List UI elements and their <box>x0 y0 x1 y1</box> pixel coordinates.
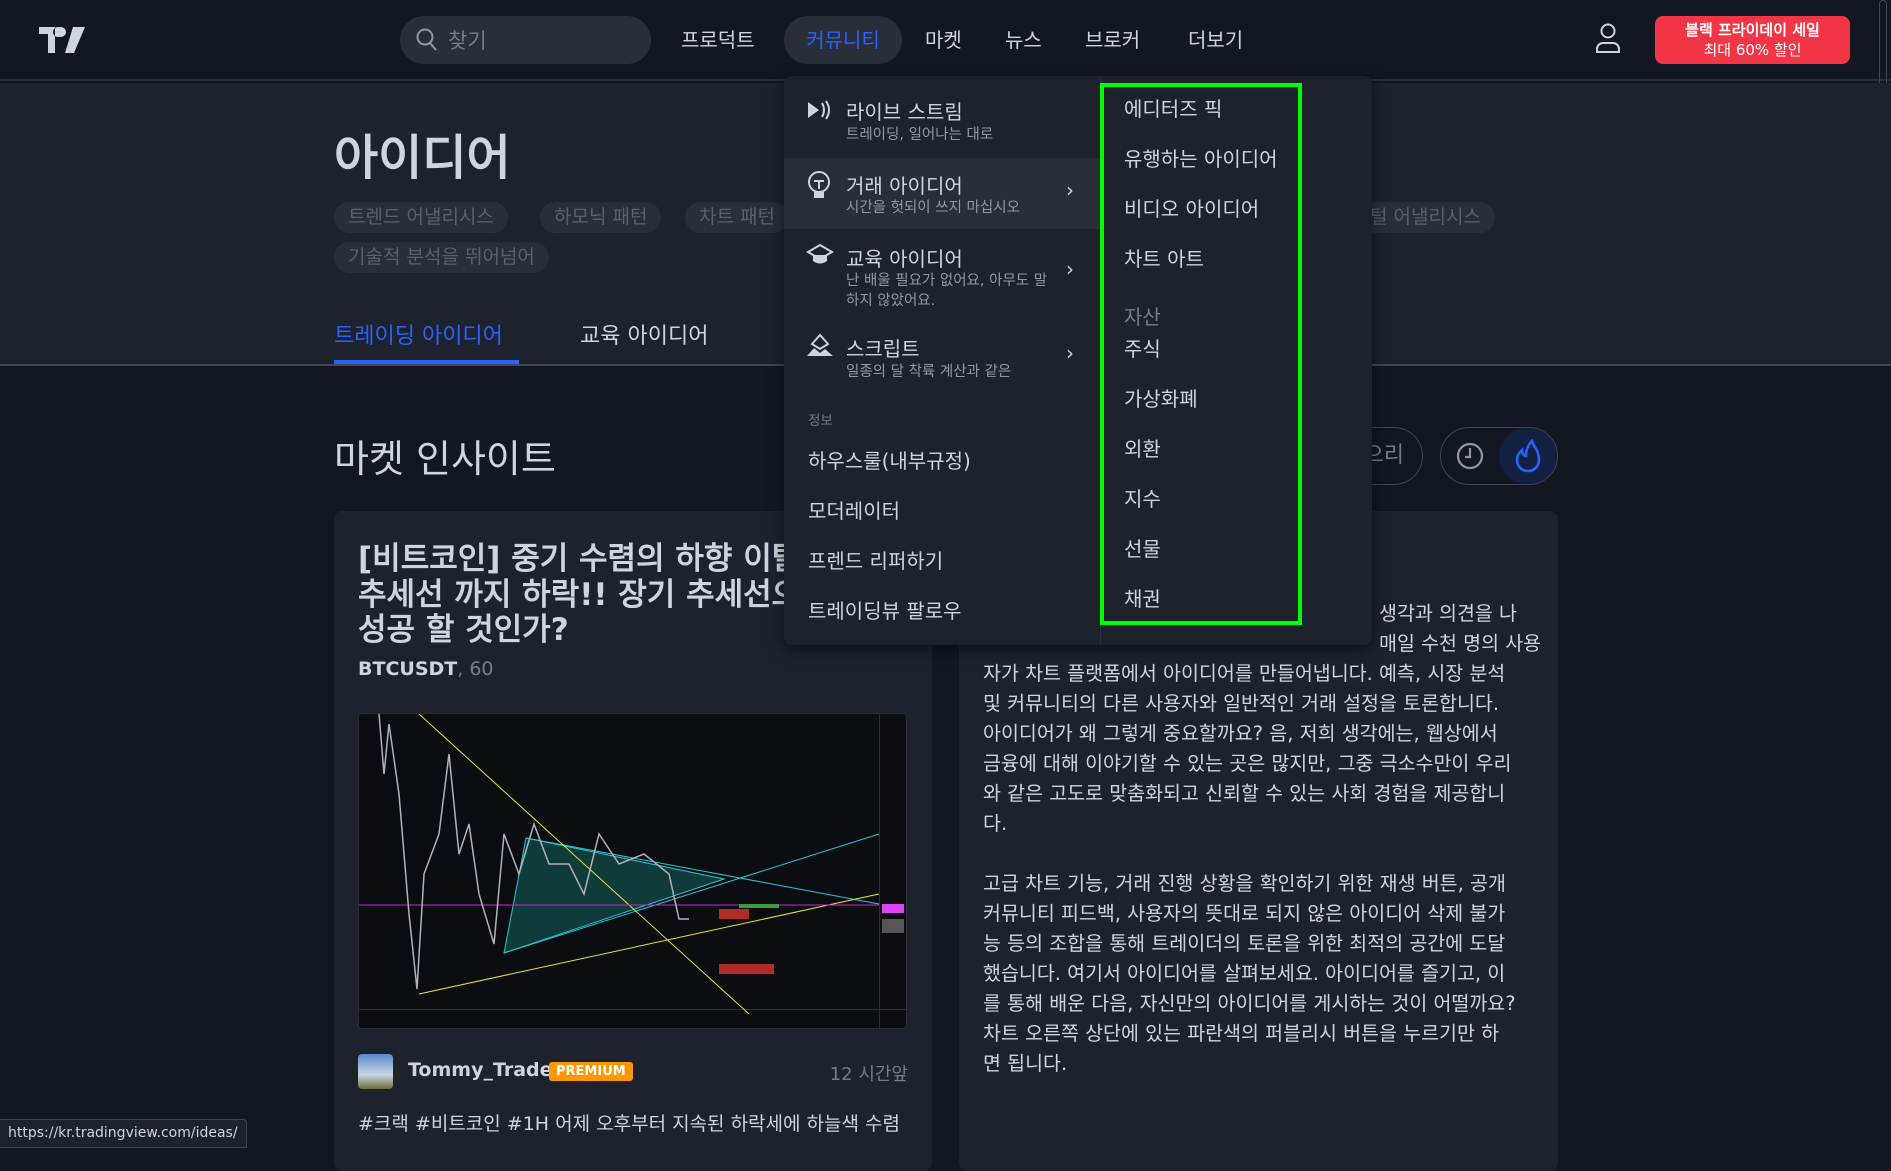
about-text-line: 아이디어가 왜 그렇게 중요할까요? 음, 저희 생각에는, 웹상에서 <box>983 722 1498 745</box>
user-icon[interactable] <box>1594 22 1622 54</box>
menu-item-refer-friend[interactable]: 프렌드 리퍼하기 <box>808 545 943 574</box>
about-text-line: 차트 오른쪽 상단에 있는 파란색의 퍼블리시 버튼을 누르기만 하 <box>983 1022 1500 1045</box>
about-text-line: 다. <box>983 812 1008 835</box>
page-title: 아이디어 <box>334 130 511 186</box>
menu-item-trade-ideas[interactable]: 거래 아이디어 시간을 헛되이 쓰지 마십시오 › <box>784 158 1100 229</box>
author-avatar[interactable] <box>358 1054 393 1089</box>
about-text-line: 와 같은 고도로 맞춤화되고 신뢰할 수 있는 사회 경험을 제공합니 <box>983 782 1506 805</box>
chevron-right-icon: › <box>1066 178 1074 202</box>
lightbulb-icon <box>808 171 830 198</box>
clock-icon <box>1456 442 1484 470</box>
community-dropdown-menu: 라이브 스트림 트레이딩, 일어나는 대로 거래 아이디어 시간을 헛되이 쓰지… <box>784 76 1372 645</box>
link-status-bar: https://kr.tradingview.com/ideas/ <box>0 1119 247 1148</box>
tag-chart-pattern[interactable]: 차트 패턴 <box>685 202 789 233</box>
menu-item-follow-tradingview[interactable]: 트레이딩뷰 팔로우 <box>808 595 962 624</box>
idea-description[interactable]: #크랙 #비트코인 #1H 어제 오후부터 지속된 하락세에 하늘색 수렴 <box>358 1109 900 1136</box>
nav-markets[interactable]: 마켓 <box>925 22 962 58</box>
search-placeholder: 찾기 <box>448 29 487 53</box>
about-text-line: 능 등의 조합을 통해 트레이더의 토론을 위한 최적의 공간에 도달 <box>983 932 1506 955</box>
nav-community[interactable]: 커뮤니티 <box>784 16 902 64</box>
menu-item-house-rules[interactable]: 하우스룰(내부규정) <box>808 445 971 474</box>
tag-trend-analysis[interactable]: 트렌드 어낼리시스 <box>334 202 508 233</box>
submenu-assets-heading: 자산 <box>1124 305 1161 329</box>
recent-button[interactable] <box>1441 428 1499 484</box>
section-title: 마켓 인사이트 <box>334 437 556 481</box>
menu-item-moderators[interactable]: 모더레이터 <box>808 495 900 524</box>
menu-info-heading: 정보 <box>808 413 833 429</box>
premium-badge: PREMIUM <box>549 1062 633 1081</box>
submenu-forex[interactable]: 외환 <box>1124 433 1161 462</box>
menu-item-title: 스크립트 <box>846 337 920 361</box>
about-text-line: 금융에 대해 이야기할 수 있는 곳은 많지만, 그중 극소수만이 우리 <box>983 752 1512 775</box>
menu-item-subtitle: 난 배울 필요가 없어요, 아무도 말하지 않았어요. <box>846 273 1048 309</box>
about-text-line: 했습니다. 여기서 아이디어를 살펴보세요. 아이디어를 즐기고, 이 <box>983 962 1506 985</box>
about-text-line: 매일 수천 명의 사용 <box>1379 632 1542 655</box>
graduation-cap-icon <box>806 243 834 264</box>
symbol-name[interactable]: BTCUSDT <box>358 658 457 680</box>
chevron-right-icon: › <box>1066 341 1074 365</box>
script-icon <box>807 333 833 356</box>
chart-snapshot-image <box>359 714 906 1028</box>
black-friday-promo-button[interactable]: 블랙 프라이데이 세일 최대 60% 할인 <box>1655 16 1850 64</box>
submenu-video-ideas[interactable]: 비디오 아이디어 <box>1124 193 1259 222</box>
nav-brokers[interactable]: 브로커 <box>1085 22 1140 58</box>
idea-symbol[interactable]: BTCUSDT, 60 <box>358 658 494 680</box>
search-input[interactable]: 찾기 <box>400 16 651 64</box>
about-text-line: 커뮤니티 피드백, 사용자의 뜻대로 되지 않은 아이디어 삭제 불가 <box>983 902 1506 925</box>
about-text-line: 생각과 의견을 나 <box>1379 602 1517 625</box>
submenu-futures[interactable]: 선물 <box>1124 533 1161 562</box>
chevron-right-icon: › <box>1066 257 1074 281</box>
menu-item-subtitle: 일종의 달 착륙 계산과 같은 <box>846 364 1012 380</box>
menu-item-educational-ideas[interactable]: 교육 아이디어 난 배울 필요가 없어요, 아무도 말하지 않았어요. › <box>784 231 1100 311</box>
promo-title: 블랙 프라이데이 세일 <box>1685 21 1820 39</box>
tab-trading-ideas[interactable]: 트레이딩 아이디어 <box>334 318 503 350</box>
published-time: 12 시간앞 <box>829 1064 908 1085</box>
tradingview-logo[interactable] <box>39 27 85 53</box>
menu-item-title: 라이브 스트림 <box>846 100 963 124</box>
about-text-line: 를 통해 배운 다음, 자신만의 아이디어를 게시하는 것이 어떨까요? <box>983 992 1516 1015</box>
active-tab-indicator <box>334 360 519 364</box>
sort-toggle-group <box>1440 427 1558 485</box>
menu-item-title: 거래 아이디어 <box>846 174 963 198</box>
tag-beyond-technical-analysis[interactable]: 기술적 분석을 뛰어넘어 <box>334 242 549 273</box>
tag-harmonic-pattern[interactable]: 하모닉 패턴 <box>540 202 662 233</box>
submenu-indices[interactable]: 지수 <box>1124 483 1161 512</box>
author-name[interactable]: Tommy_Trader <box>408 1059 562 1081</box>
search-icon <box>416 28 437 51</box>
menu-item-subtitle: 시간을 헛되이 쓰지 마십시오 <box>846 200 1020 216</box>
nav-products[interactable]: 프로덕트 <box>681 22 755 58</box>
idea-chart-thumbnail[interactable] <box>358 713 907 1029</box>
menu-item-title: 교육 아이디어 <box>846 247 963 271</box>
live-stream-icon <box>808 100 830 120</box>
submenu-bonds[interactable]: 채권 <box>1124 583 1161 612</box>
popular-button[interactable] <box>1499 428 1557 484</box>
menu-item-live-streams[interactable]: 라이브 스트림 트레이딩, 일어나는 대로 <box>784 76 1100 156</box>
tab-educational-ideas[interactable]: 교육 아이디어 <box>580 318 708 350</box>
top-header: 찾기 프로덕트 커뮤니티 마켓 뉴스 브로커 더보기 블랙 프라이데이 세일 최… <box>0 0 1891 81</box>
nav-more[interactable]: 더보기 <box>1188 22 1243 58</box>
submenu-chart-art[interactable]: 차트 아트 <box>1124 243 1204 272</box>
fire-icon <box>1515 439 1541 473</box>
submenu-editors-picks[interactable]: 에디터즈 픽 <box>1124 93 1222 122</box>
submenu-crypto[interactable]: 가상화폐 <box>1124 383 1198 412</box>
submenu-trending-ideas[interactable]: 유행하는 아이디어 <box>1124 143 1278 172</box>
about-text-line: 면 됩니다. <box>983 1052 1068 1075</box>
idea-title-line[interactable]: 성공 할 것인가? <box>358 604 569 649</box>
promo-subtitle: 최대 60% 할인 <box>1703 41 1802 59</box>
about-text-line: 및 커뮤니티의 다른 사용자와 일반적인 거래 설정을 토론합니다. <box>983 692 1500 715</box>
menu-item-subtitle: 트레이딩, 일어나는 대로 <box>846 127 994 143</box>
about-text-line: 자가 차트 플랫폼에서 아이디어를 만들어냅니다. 예측, 시장 분석 <box>983 662 1506 685</box>
nav-news[interactable]: 뉴스 <box>1005 22 1042 58</box>
menu-item-scripts[interactable]: 스크립트 일종의 달 착륙 계산과 같은 › <box>784 321 1100 391</box>
trade-ideas-submenu: 에디터즈 픽 유행하는 아이디어 비디오 아이디어 차트 아트 자산 주식 가상… <box>1100 83 1302 625</box>
about-text-line: 고급 차트 기능, 거래 진행 상황을 확인하기 위한 재생 버튼, 공개 <box>983 872 1506 895</box>
submenu-stocks[interactable]: 주식 <box>1124 333 1161 362</box>
symbol-interval: , 60 <box>457 658 494 680</box>
